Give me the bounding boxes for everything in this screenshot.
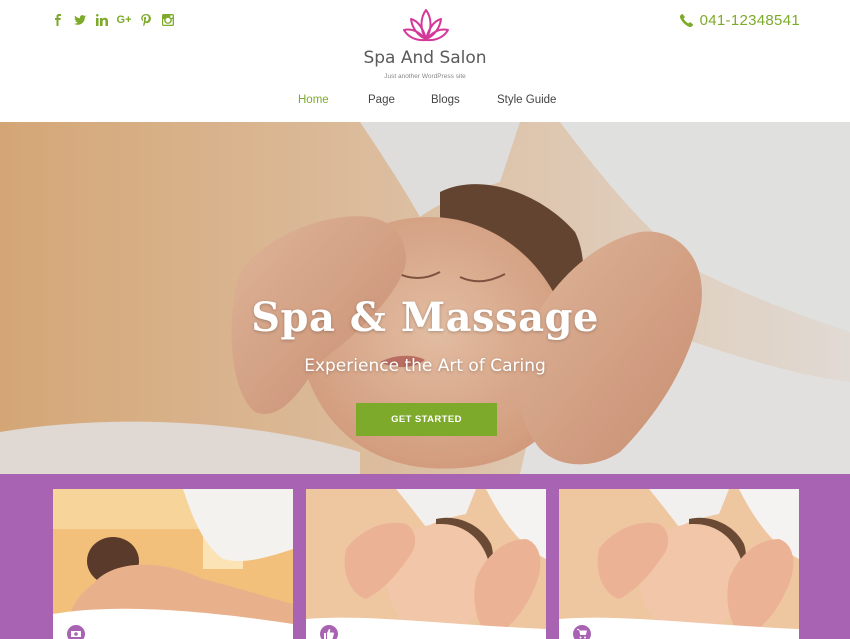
- nav-item-style-guide[interactable]: Style Guide: [497, 94, 556, 106]
- phone-number: 041-12348541: [699, 12, 800, 29]
- facial-massage-photo: [559, 489, 799, 639]
- feature-card[interactable]: [53, 489, 293, 639]
- back-massage-photo: [53, 489, 293, 639]
- feature-card[interactable]: [559, 489, 799, 639]
- hero-banner: Spa & Massage Experience the Art of Cari…: [0, 122, 850, 474]
- lotus-logo[interactable]: [400, 6, 452, 46]
- money-icon[interactable]: [65, 623, 87, 639]
- google-plus-icon[interactable]: G+: [117, 14, 132, 26]
- get-started-button[interactable]: GET STARTED: [356, 403, 497, 436]
- site-title[interactable]: Spa And Salon: [0, 48, 850, 68]
- twitter-icon[interactable]: [74, 14, 86, 26]
- nav-item-home[interactable]: Home: [298, 94, 329, 106]
- cart-icon[interactable]: [571, 623, 593, 639]
- nav-item-page[interactable]: Page: [368, 94, 395, 106]
- feature-card[interactable]: [306, 489, 546, 639]
- facebook-icon[interactable]: [52, 14, 64, 26]
- instagram-icon[interactable]: [162, 14, 174, 26]
- hero-subtitle: Experience the Art of Caring: [304, 356, 546, 376]
- features-band: [0, 474, 850, 639]
- phone-contact[interactable]: 041-12348541: [679, 12, 800, 29]
- social-links: G+: [52, 14, 174, 26]
- site-header: G+ Spa And Salon Just another WordPress …: [0, 0, 850, 122]
- pinterest-icon[interactable]: [140, 14, 152, 26]
- hero-title: Spa & Massage: [251, 294, 599, 341]
- linkedin-icon[interactable]: [96, 14, 108, 26]
- site-tagline: Just another WordPress site: [384, 73, 466, 80]
- facial-massage-photo: [306, 489, 546, 639]
- nav-item-blogs[interactable]: Blogs: [431, 94, 460, 106]
- phone-icon: [679, 14, 693, 27]
- thumbs-up-icon[interactable]: [318, 623, 340, 639]
